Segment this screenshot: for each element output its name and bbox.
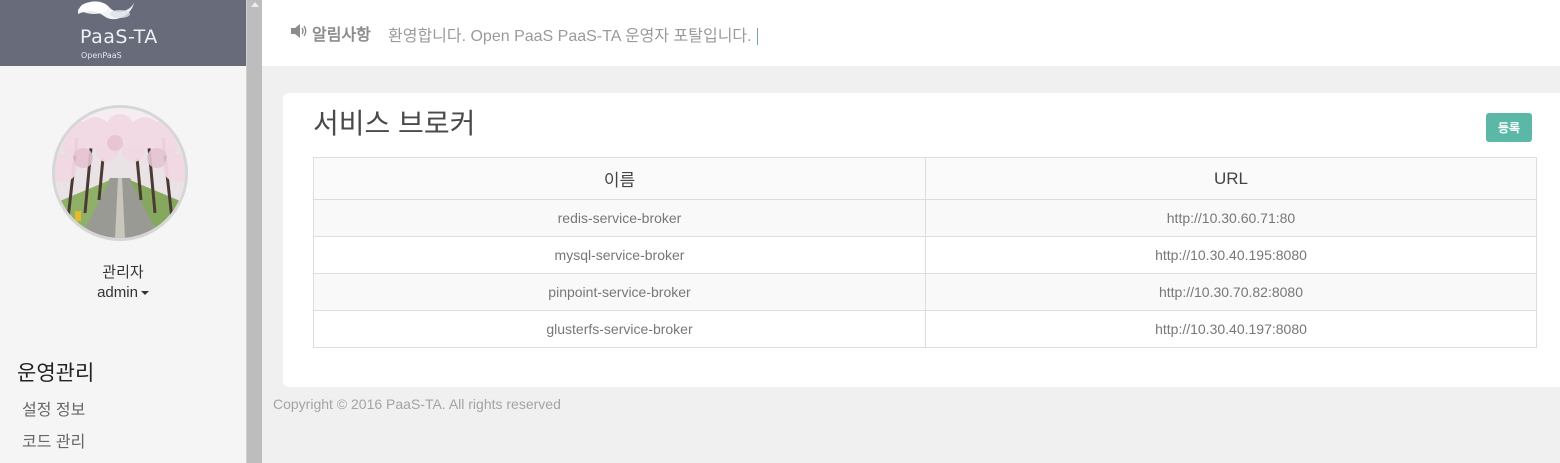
column-header-url[interactable]: URL (925, 157, 1537, 200)
service-broker-table: 이름 URL redis-service-broker http://10.30… (313, 157, 1537, 348)
service-broker-panel: 서비스 브로커 등록 이름 URL redis-service-broker h… (283, 93, 1560, 387)
cloud-logo-icon (78, 1, 134, 20)
table-row[interactable]: pinpoint-service-broker http://10.30.70.… (313, 273, 1537, 311)
sidebar-scrollbar[interactable] (246, 0, 262, 463)
scroll-up-arrow-icon[interactable] (251, 2, 259, 7)
text-cursor (756, 28, 758, 46)
speaker-icon (291, 24, 307, 38)
footer-copyright: Copyright © 2016 PaaS-TA. All rights res… (273, 396, 561, 412)
broker-url-cell[interactable]: http://10.30.40.197:8080 (925, 310, 1537, 348)
page-title: 서비스 브로커 (313, 108, 476, 139)
broker-url-cell[interactable]: http://10.30.40.195:8080 (925, 236, 1537, 274)
user-menu-toggle[interactable]: admin (0, 284, 246, 301)
notice-label: 알림사항 (312, 27, 371, 44)
column-header-name[interactable]: 이름 (313, 157, 926, 200)
logo-area[interactable]: PaaS-TA OpenPaaS (0, 0, 246, 66)
broker-name-cell[interactable]: redis-service-broker (313, 199, 926, 237)
logo-text: PaaS-TA (80, 26, 158, 48)
notice-message-text: 환영합니다. Open PaaS PaaS-TA 운영자 포탈입니다. (388, 28, 752, 45)
sidebar: PaaS-TA OpenPaaS 관리자 admin 운영관리 설정 정보 코드… (0, 0, 246, 463)
menu-section-title: 운영관리 (17, 362, 95, 385)
table-row[interactable]: glusterfs-service-broker http://10.30.40… (313, 310, 1537, 348)
table-header-row: 이름 URL (313, 157, 1537, 200)
user-role: 관리자 (102, 264, 144, 281)
broker-url-cell[interactable]: http://10.30.60.71:80 (925, 199, 1537, 237)
avatar[interactable] (52, 105, 188, 241)
broker-url-cell[interactable]: http://10.30.70.82:8080 (925, 273, 1537, 311)
broker-name-cell[interactable]: mysql-service-broker (313, 236, 926, 274)
caret-down-icon[interactable] (140, 291, 149, 296)
broker-name-cell[interactable]: glusterfs-service-broker (313, 310, 926, 348)
notice-bar: 알림사항 환영합니다. Open PaaS PaaS-TA 운영자 포탈입니다. (262, 0, 1560, 66)
register-button[interactable]: 등록 (1486, 113, 1532, 142)
notice-message: 환영합니다. Open PaaS PaaS-TA 운영자 포탈입니다. (388, 22, 758, 46)
table-row[interactable]: mysql-service-broker http://10.30.40.195… (313, 236, 1537, 274)
sidebar-item-settings[interactable]: 설정 정보 (22, 396, 85, 420)
user-name[interactable]: admin (97, 284, 138, 301)
table-row[interactable]: redis-service-broker http://10.30.60.71:… (313, 199, 1537, 237)
sidebar-item-code-management[interactable]: 코드 관리 (22, 428, 85, 452)
logo-subtext: OpenPaaS (81, 51, 122, 60)
broker-name-cell[interactable]: pinpoint-service-broker (313, 273, 926, 311)
main-content: 서비스 브로커 등록 이름 URL redis-service-broker h… (262, 66, 1560, 463)
